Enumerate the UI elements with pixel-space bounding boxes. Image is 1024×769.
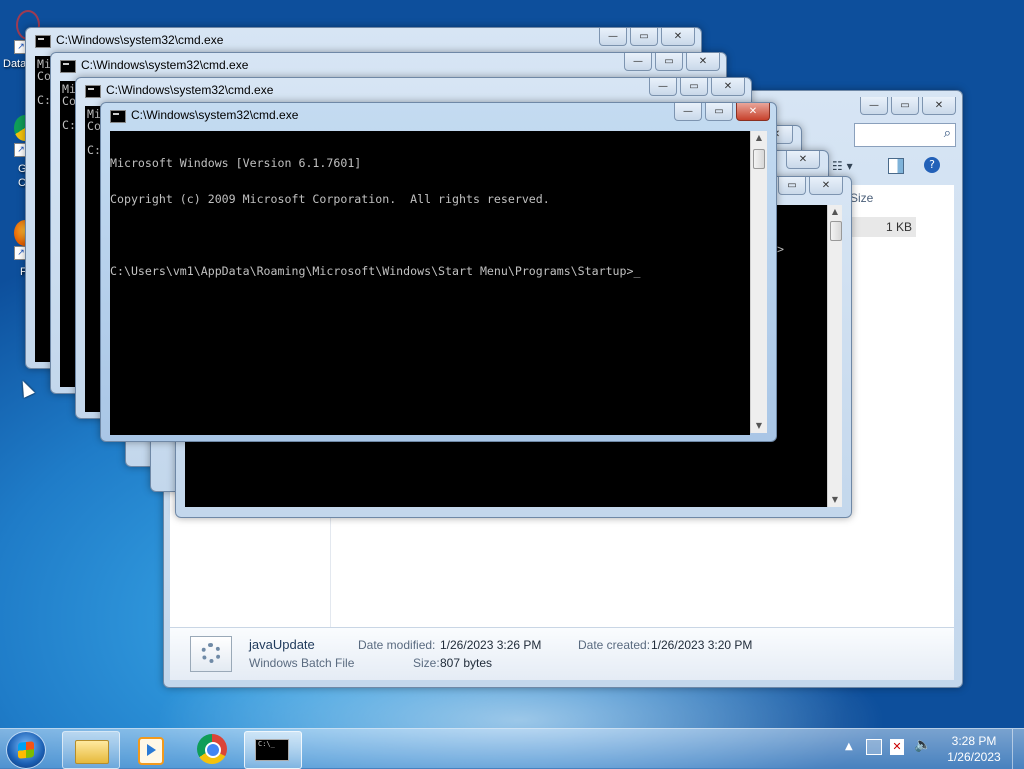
file-size: 1 KB: [885, 220, 912, 234]
taskbar-cmd[interactable]: C:\_: [244, 731, 302, 769]
show-desktop-button[interactable]: [1012, 729, 1024, 769]
maximize-button[interactable]: ▭: [891, 97, 919, 115]
search-icon: ⌕: [943, 126, 951, 141]
maximize-button[interactable]: ▭: [778, 177, 806, 195]
taskbar-explorer[interactable]: [62, 731, 120, 769]
window-title: C:\Windows\system32\cmd.exe: [56, 33, 224, 47]
window-controls: — ▭ ✕: [624, 53, 720, 71]
console-output[interactable]: Microsoft Windows [Version 6.1.7601] Cop…: [110, 131, 750, 435]
maximize-button[interactable]: ▭: [630, 28, 658, 46]
column-header-size[interactable]: Size: [850, 191, 873, 205]
file-name: javaUpdate: [249, 637, 315, 652]
close-button[interactable]: ✕: [736, 103, 770, 121]
search-box[interactable]: ⌕: [854, 123, 956, 147]
window-controls: — ▭ ✕: [860, 97, 956, 115]
start-button[interactable]: [6, 731, 46, 769]
date-modified-label: Date modified:: [358, 638, 436, 652]
clock-date: 1/26/2023: [947, 750, 1001, 764]
cmd-icon: C:\_: [255, 739, 289, 761]
clock-time: 3:28 PM: [951, 734, 997, 748]
file-type: Windows Batch File: [249, 656, 355, 670]
details-pane: javaUpdate Windows Batch File Date modif…: [170, 627, 954, 680]
preview-pane-icon[interactable]: [888, 158, 904, 174]
scroll-up-icon[interactable]: ▲: [751, 131, 767, 145]
cmd-window-active[interactable]: C:\Windows\system32\cmd.exe — ▭ ✕ Micros…: [100, 102, 777, 442]
cmd-icon: [60, 60, 76, 73]
taskbar-media-player[interactable]: [122, 731, 178, 767]
window-title: C:\Windows\system32\cmd.exe: [106, 83, 274, 97]
prompt-char: >: [777, 242, 784, 256]
minimize-button[interactable]: —: [649, 78, 677, 96]
cmd-icon: [35, 35, 51, 48]
cmd-icon: [110, 110, 126, 123]
show-hidden-icons-icon[interactable]: ▲: [845, 741, 853, 752]
close-button[interactable]: ✕: [786, 151, 820, 169]
clock[interactable]: 3:28 PM 1/26/2023: [940, 733, 1008, 765]
window-controls: — ▭ ✕: [599, 28, 695, 46]
cmd-icon: [85, 85, 101, 98]
vertical-scrollbar[interactable]: ▲ ▼: [750, 131, 767, 433]
taskbar: C:\_ ▲ ✕ 🔈 3:28 PM 1/26/2023: [0, 728, 1024, 769]
mouse-cursor-icon: [17, 378, 35, 398]
view-options-icon[interactable]: ☷ ▾: [832, 159, 853, 173]
help-icon[interactable]: ?: [924, 157, 940, 173]
vertical-scrollbar[interactable]: ▲ ▼: [827, 205, 842, 507]
minimize-button[interactable]: —: [860, 97, 888, 115]
minimize-button[interactable]: —: [674, 103, 702, 121]
chrome-icon: [197, 734, 227, 764]
window-title: C:\Windows\system32\cmd.exe: [131, 108, 299, 122]
maximize-button[interactable]: ▭: [705, 103, 733, 121]
network-icon[interactable]: [866, 739, 882, 755]
close-button[interactable]: ✕: [686, 53, 720, 71]
batch-file-icon: [190, 636, 232, 672]
volume-icon[interactable]: 🔈: [914, 737, 931, 753]
media-player-icon: [138, 737, 164, 765]
date-modified-value: 1/26/2023 3:26 PM: [440, 638, 542, 652]
close-button[interactable]: ✕: [922, 97, 956, 115]
minimize-button[interactable]: —: [624, 53, 652, 71]
size-label: Size:: [413, 656, 440, 670]
taskbar-chrome[interactable]: [184, 731, 240, 767]
console-line: Microsoft Windows [Version 6.1.7601]: [110, 156, 362, 170]
scroll-thumb[interactable]: [830, 221, 842, 241]
windows-logo-icon: [18, 741, 34, 759]
folder-icon: [75, 740, 109, 764]
maximize-button[interactable]: ▭: [655, 53, 683, 71]
close-button[interactable]: ✕: [809, 177, 843, 195]
action-center-icon[interactable]: ✕: [890, 739, 904, 755]
console-prompt: C:\Users\vm1\AppData\Roaming\Microsoft\W…: [110, 264, 641, 278]
date-created-value: 1/26/2023 3:20 PM: [651, 638, 753, 652]
window-controls: — ▭ ✕: [674, 103, 770, 121]
window-title: C:\Windows\system32\cmd.exe: [81, 58, 249, 72]
close-button[interactable]: ✕: [711, 78, 745, 96]
minimize-button[interactable]: —: [599, 28, 627, 46]
scroll-thumb[interactable]: [753, 149, 765, 169]
console-line: Copyright (c) 2009 Microsoft Corporation…: [110, 192, 550, 206]
close-button[interactable]: ✕: [661, 28, 695, 46]
date-created-label: Date created:: [578, 638, 651, 652]
maximize-button[interactable]: ▭: [680, 78, 708, 96]
window-controls: — ▭ ✕: [649, 78, 745, 96]
scroll-down-icon[interactable]: ▼: [751, 419, 767, 433]
size-value: 807 bytes: [440, 656, 493, 670]
